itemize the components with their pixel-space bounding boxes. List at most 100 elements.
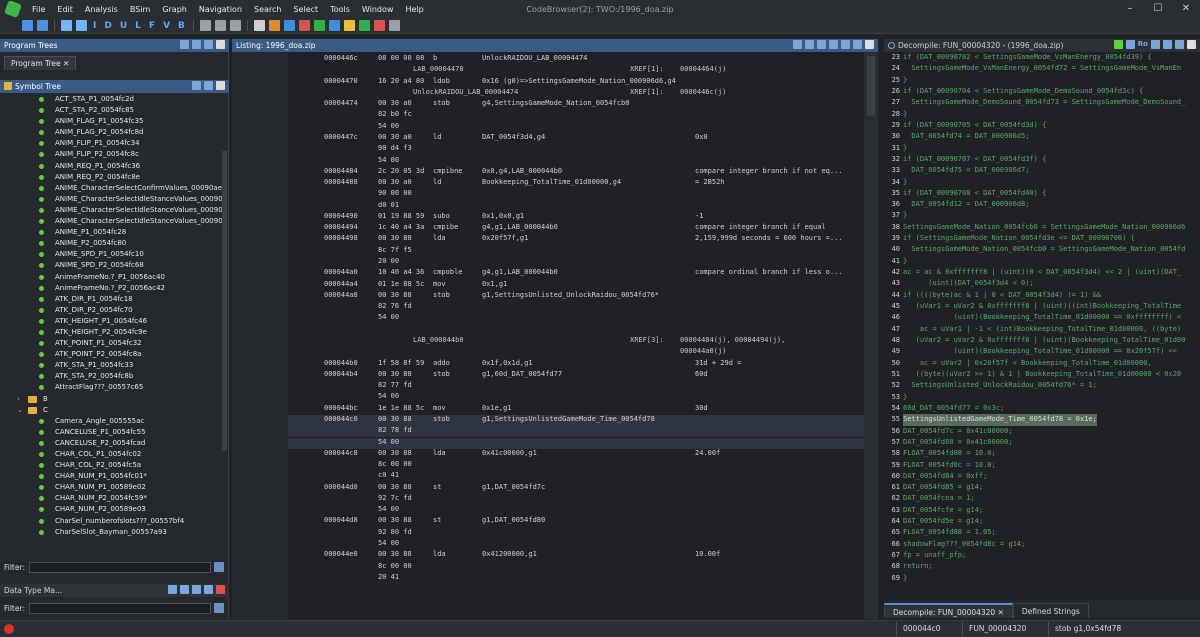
nav-button-v[interactable]: V (163, 21, 170, 31)
decompile-line[interactable]: 55 SettingsUnlistedGameMode_Time_0054fd78… (884, 414, 1200, 426)
listing-row[interactable]: 000044bc 1e 1e 88 5c mov 0x1e,g1 30d (288, 404, 864, 415)
decompile-line[interactable]: 36 DAT_0054fd12 = DAT_000906d8; (884, 199, 1200, 210)
export-icon[interactable] (1163, 40, 1172, 49)
symbol-tree-item[interactable]: ATK_POINT_P1_0054fc32 (0, 338, 224, 349)
listing-row[interactable]: 20 00 (288, 257, 864, 268)
back-icon[interactable] (168, 585, 177, 594)
save-icon[interactable] (204, 40, 213, 49)
symbol-tree-item[interactable]: ANIME_CharacterSelectIdleStanceValues_00… (0, 194, 224, 205)
decompile-line[interactable]: 47 ac = uVar1 | -1 < (int)Bookkeeping_To… (884, 324, 1200, 335)
symbol-tree-item[interactable]: CHAR_NUM_P1_00589e02 (0, 482, 224, 493)
menu-navigation[interactable]: Navigation (193, 5, 248, 14)
folder-icon[interactable] (192, 40, 201, 49)
nav-button-i[interactable]: I (93, 21, 96, 31)
symbol-tree-item[interactable]: CharSel_numberofslots???_00557bf4 (0, 516, 224, 527)
snapshot-icon[interactable] (829, 40, 838, 49)
navigate-next-icon[interactable] (76, 20, 87, 31)
symbol-tree-item[interactable]: ANIM_FLAG_P1_0054fc35 (0, 116, 224, 127)
symbol-tree[interactable]: ACT_STA_P1_0054fc2d ACT_STA_P2_0054fc85 AN… (0, 94, 224, 592)
decompile-line[interactable]: 65 FLOAT_0054fd88 = 1.05; (884, 527, 1200, 538)
symbol-tree-item[interactable]: ANIME_SPD_P2_0054fc68 (0, 260, 224, 271)
decompile-line[interactable]: 57 DAT_0054fd80 = 0x41c00000; (884, 437, 1200, 448)
decompile-line[interactable]: 27 SettingsGameMode_DemoSound_0054fd73 =… (884, 97, 1200, 108)
listing-scroll-thumb[interactable] (867, 56, 875, 116)
listing-row[interactable]: 000044d8 00 30 88 st g1,DAT_0054fd80 (288, 516, 864, 527)
nav-button-u[interactable]: U (120, 21, 127, 31)
decompile-line[interactable]: 68 return; (884, 561, 1200, 572)
symbol-tree-item[interactable]: ATK_HEIGHT_P1_0054fc46 (0, 316, 224, 327)
navigate-icon[interactable] (61, 20, 72, 31)
decompile-line[interactable]: 40 SettingsGameMode_Nation_0054fcb0 = Se… (884, 244, 1200, 255)
listing-row[interactable]: 0000446c 08 00 00 08 b UnlockRAIDOU_LAB_000… (288, 54, 864, 65)
listing-row[interactable]: 54 00 (288, 539, 864, 550)
symbol-tree-item[interactable]: CHAR_COL_P2_0054fc5a (0, 460, 224, 471)
listing-row[interactable]: 82 b0 fc (288, 110, 864, 121)
decompile-code[interactable]: 23 if (DAT_00090702 < SettingsGameMode_Vs… (884, 52, 1200, 597)
tree-icon[interactable] (180, 40, 189, 49)
listing-row[interactable]: 000044c0 00 30 88 stob g1,SettingsUnlistedG… (288, 414, 864, 426)
symbol-tree-folder[interactable]: ⌄ C (0, 405, 224, 416)
decompile-line[interactable]: 53} (884, 392, 1200, 403)
decompile-line[interactable]: 61 DAT_0054fd85 = g14; (884, 482, 1200, 493)
refresh-icon[interactable] (1113, 40, 1123, 49)
home-icon[interactable] (841, 40, 850, 49)
decompile-line[interactable]: 62 DAT_0054fcea = 1; (884, 493, 1200, 504)
decompile-line[interactable]: 60 DAT_0054fd84 = 0xff; (884, 471, 1200, 482)
listing-row[interactable]: 8c 00 00 (288, 460, 864, 471)
listing-row[interactable]: 54 00 (288, 122, 864, 133)
refresh-icon[interactable] (229, 20, 241, 31)
symbol-tree-item[interactable]: CHAR_NUM_P1_0054fc01* (0, 471, 224, 482)
listing-row[interactable]: 00004484 2c 20 05 3d cmpibne 0x0,g4,LAB_000… (288, 167, 864, 178)
copy-icon[interactable] (1151, 40, 1160, 49)
symbol-tree-item[interactable]: ANIM_REQ_P2_0054fc8e (0, 172, 224, 183)
symbol-tree-item[interactable]: ATK_HEIGHT_P2_0054fc9e (0, 327, 224, 338)
listing-row[interactable]: 000044a4 01 1e 88 5c mov 0x1,g1 (288, 280, 864, 291)
decompile-line[interactable]: 38 SettingsGameMode_Nation_0054fcb0 = Set… (884, 222, 1200, 233)
symbol-tree-item[interactable]: ACT_STA_P1_0054fc2d (0, 94, 224, 105)
listing-row[interactable]: 54 00 (288, 156, 864, 167)
decompile-line[interactable]: 30 DAT_0054fd74 = DAT_000906d5; (884, 131, 1200, 142)
listing-row[interactable]: 8c 7f f5 (288, 246, 864, 257)
close-icon[interactable] (216, 585, 225, 594)
close-tab-icon[interactable]: ✕ (998, 608, 1004, 617)
python-icon[interactable] (388, 20, 400, 31)
field-edit-icon[interactable] (817, 40, 826, 49)
maximize-button[interactable]: ☐ (1144, 0, 1172, 18)
decompile-line[interactable]: 46 (uint)(Bookkeeping_TotalTime_01d00000… (884, 312, 1200, 323)
listing-row[interactable]: 20 41 (288, 573, 864, 584)
listing-row[interactable]: 000044a0 10 40 a4 36 cmpoble g4,g1,LAB_0000… (288, 268, 864, 279)
listing-row[interactable]: 54 00 (288, 505, 864, 516)
listing-row[interactable]: 000044a0(j) (288, 347, 864, 358)
listing-row[interactable]: 82 76 fd (288, 302, 864, 313)
listing-row[interactable]: 000044a8 00 30 88 stob g1,SettingsUnlisted_… (288, 291, 864, 302)
decompile-line[interactable]: 44 if ((((byte)ac & 1 | 0 < DAT_0054f3d4)… (884, 290, 1200, 301)
symbol-tree-item[interactable]: ATK_STA_P2_0054fc8b (0, 371, 224, 382)
symbol-tree-item[interactable]: ANIM_FLIP_P2_0054fc8c (0, 149, 224, 160)
decompile-line[interactable]: 37} (884, 210, 1200, 221)
symbol-tree-item[interactable]: ANIME_CharacterSelectConfirmValues_00090… (0, 183, 224, 194)
decompile-line[interactable]: 32 if (DAT_00090707 < DAT_0054fd3f) { (884, 154, 1200, 165)
symbol-tree-folder[interactable]: › B (0, 394, 224, 405)
symbol-tree-item[interactable]: CHAR_NUM_P2_0054fc59* (0, 493, 224, 504)
symbol-tree-scrollbar[interactable] (222, 151, 227, 451)
symbol-tree-item[interactable]: ANIME_CharacterSelectIdleStanceValues_00… (0, 205, 224, 216)
listing-row[interactable]: 000044b4 00 30 88 stob g1,60d_DAT_0054fd77 6… (288, 370, 864, 381)
decompile-line[interactable]: 29 if (DAT_00090705 < DAT_0054fd3d) { (884, 120, 1200, 131)
listing-row[interactable]: 8c 00 00 (288, 562, 864, 573)
decompile-line[interactable]: 51 ((byte)(uVar2 >> 1) & 1 | Bookkeeping… (884, 369, 1200, 380)
listing-row[interactable]: 92 80 fd (288, 528, 864, 539)
decompile-line[interactable]: 35 if (DAT_00090708 < DAT_0054fd40) { (884, 188, 1200, 199)
listing-row[interactable]: 54 00 (288, 437, 864, 449)
menu-file[interactable]: File (26, 5, 51, 14)
decompile-line[interactable]: 41} (884, 256, 1200, 267)
symbol-tree-item[interactable]: ATK_DIR_P1_0054fc18 (0, 294, 224, 305)
bookmark-icon[interactable] (268, 20, 280, 31)
forward-icon[interactable] (180, 585, 189, 594)
nav-button-l[interactable]: L (135, 21, 141, 31)
listing-row[interactable]: 90 00 00 (288, 189, 864, 200)
decompile-line[interactable]: 67 fp = unaff_pfp; (884, 550, 1200, 561)
listing-row[interactable]: 00004498 00 30 88 lda 0x20f57f,g1 2,159,999d… (288, 234, 864, 245)
clone-icon[interactable] (1125, 40, 1135, 49)
nav-button-f[interactable]: F (149, 21, 155, 31)
decompile-line[interactable]: 33 DAT_0054fd75 = DAT_000906d7; (884, 165, 1200, 176)
